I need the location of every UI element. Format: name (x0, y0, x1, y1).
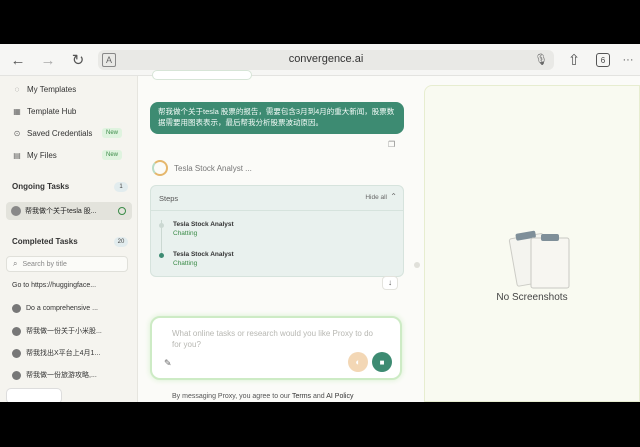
message-input[interactable]: What online tasks or research would you … (150, 316, 402, 380)
completed-task-item[interactable]: Go to https://huggingface... (12, 282, 96, 289)
previous-message-edge (152, 70, 252, 80)
edit-icon[interactable]: ✎ (164, 358, 172, 369)
forward-arrow-icon[interactable]: → (38, 50, 58, 70)
step-item[interactable]: Tesla Stock Analyst Chatting (173, 250, 234, 268)
send-button[interactable]: ■ (372, 352, 392, 372)
task-title: 帮我做一份旅游攻略,... (26, 372, 97, 379)
browser-screen: ← → ↻ A convergence.ai 🎙 ⇧ 6 ··· ◌ My Te… (0, 44, 640, 402)
sidebar-item-label: Template Hub (27, 106, 77, 116)
completed-task-item[interactable]: 帮我找出X平台上4月1... (12, 348, 100, 358)
agent-name: Tesla Stock Analyst ... (174, 163, 252, 173)
reload-icon[interactable]: ↻ (68, 50, 88, 70)
screenshots-panel: No Screenshots (424, 85, 640, 402)
more-icon[interactable]: ··· (618, 50, 638, 70)
clock-icon (118, 207, 126, 215)
chevron-up-icon[interactable]: ⌃ (390, 192, 397, 201)
share-icon[interactable]: ⇧ (564, 50, 584, 70)
back-arrow-icon[interactable]: ← (8, 50, 28, 70)
sidebar-item-my-files[interactable]: ▤ My Files (12, 148, 57, 162)
sidebar-item-my-templates[interactable]: ◌ My Templates (12, 82, 77, 96)
copy-icon[interactable]: ❐ (388, 140, 395, 149)
disclaimer-text: By messaging Proxy, you agree to our Ter… (172, 393, 353, 400)
task-search-input[interactable]: ⌕ Search by title (6, 256, 128, 272)
steps-card: Steps Hide all ⌃ Tesla Stock Analyst Cha… (150, 185, 404, 277)
sidebar-footer-button[interactable] (6, 388, 62, 402)
task-title: Go to https://huggingface... (12, 282, 97, 289)
agent-header: Tesla Stock Analyst ... (152, 160, 252, 176)
step-dot-icon (159, 253, 164, 258)
tab-count-button[interactable]: 6 (596, 53, 610, 67)
sidebar-item-saved-credentials[interactable]: ⊙ Saved Credentials (12, 126, 93, 140)
task-title: 帮我找出X平台上4月1... (26, 350, 101, 357)
sidebar-item-template-hub[interactable]: ▦ Template Hub (12, 104, 76, 118)
steps-title: Steps (159, 194, 179, 203)
file-icon: ▤ (13, 150, 21, 160)
task-avatar-icon (12, 304, 21, 313)
disclaimer-prefix: By messaging Proxy, you agree to our (172, 393, 291, 400)
clipboard-illustration-icon (508, 230, 570, 289)
completed-tasks-title: Completed Tasks (12, 237, 78, 246)
input-placeholder: What online tasks or research would you … (172, 329, 373, 349)
agent-logo-icon (152, 160, 168, 176)
task-avatar-icon (12, 370, 21, 380)
completed-task-item[interactable]: 帮我做一份关于小米股... (12, 326, 102, 336)
ai-policy-link[interactable]: AI Policy (326, 393, 353, 400)
browser-toolbar: ← → ↻ A convergence.ai 🎙 ⇧ 6 ··· (0, 44, 640, 76)
step-name: Tesla Stock Analyst (173, 251, 234, 258)
sidebar: ◌ My Templates ▦ Template Hub ⊙ Saved Cr… (0, 76, 138, 402)
ongoing-task-item[interactable]: 帮我做个关于tesla 股... (6, 202, 132, 220)
new-badge: New (102, 150, 123, 160)
microphone-icon[interactable]: 🎙 (534, 53, 548, 66)
user-message: 帮我做个关于tesla 股票的报告，需要包含3月到4月的重大新闻，股票数据需要用… (150, 102, 404, 134)
task-avatar-icon (12, 326, 21, 336)
completed-task-item[interactable]: Do a comprehensive ... (12, 304, 98, 313)
task-title: Do a comprehensive ... (26, 305, 98, 312)
step-status: Chatting (173, 230, 198, 237)
hide-all-button[interactable]: Hide all (365, 194, 387, 201)
mode-button[interactable]: ◐ (348, 352, 368, 372)
disclaimer-and: and (313, 393, 325, 400)
completed-task-item[interactable]: 帮我做一份旅游攻略,... (12, 370, 97, 380)
step-item[interactable]: Tesla Stock Analyst Chatting (173, 220, 234, 238)
chat-panel: 帮我做个关于tesla 股票的报告，需要包含3月到4月的重大新闻，股票数据需要用… (140, 70, 420, 402)
step-dot-icon (159, 223, 164, 228)
sidebar-item-label: Saved Credentials (27, 128, 93, 138)
search-placeholder: Search by title (22, 260, 67, 268)
steps-divider (151, 210, 403, 211)
terms-link[interactable]: Terms (292, 393, 311, 400)
task-title: 帮我做一份关于小米股... (26, 328, 102, 335)
panel-resize-handle[interactable] (414, 262, 420, 268)
step-status: Chatting (173, 260, 198, 267)
task-avatar-icon (12, 348, 21, 358)
ongoing-count-badge: 1 (114, 182, 128, 192)
task-avatar-icon (11, 206, 21, 216)
templates-icon: ◌ (14, 84, 20, 94)
completed-count-badge: 20 (114, 237, 128, 247)
new-badge: New (102, 128, 123, 138)
step-name: Tesla Stock Analyst (173, 221, 234, 228)
sidebar-item-label: My Files (27, 150, 57, 160)
ongoing-tasks-title: Ongoing Tasks (12, 182, 70, 191)
url-text: convergence.ai (288, 53, 364, 65)
address-bar[interactable]: A convergence.ai 🎙 (98, 50, 554, 70)
grid-icon: ▦ (13, 106, 21, 116)
credentials-icon: ⊙ (13, 128, 21, 138)
ongoing-task-title: 帮我做个关于tesla 股... (25, 208, 97, 215)
no-screenshots-label: No Screenshots (496, 292, 568, 303)
sidebar-item-label: My Templates (27, 84, 77, 94)
scroll-down-button[interactable]: ↓ (382, 276, 398, 290)
search-icon: ⌕ (13, 259, 18, 268)
